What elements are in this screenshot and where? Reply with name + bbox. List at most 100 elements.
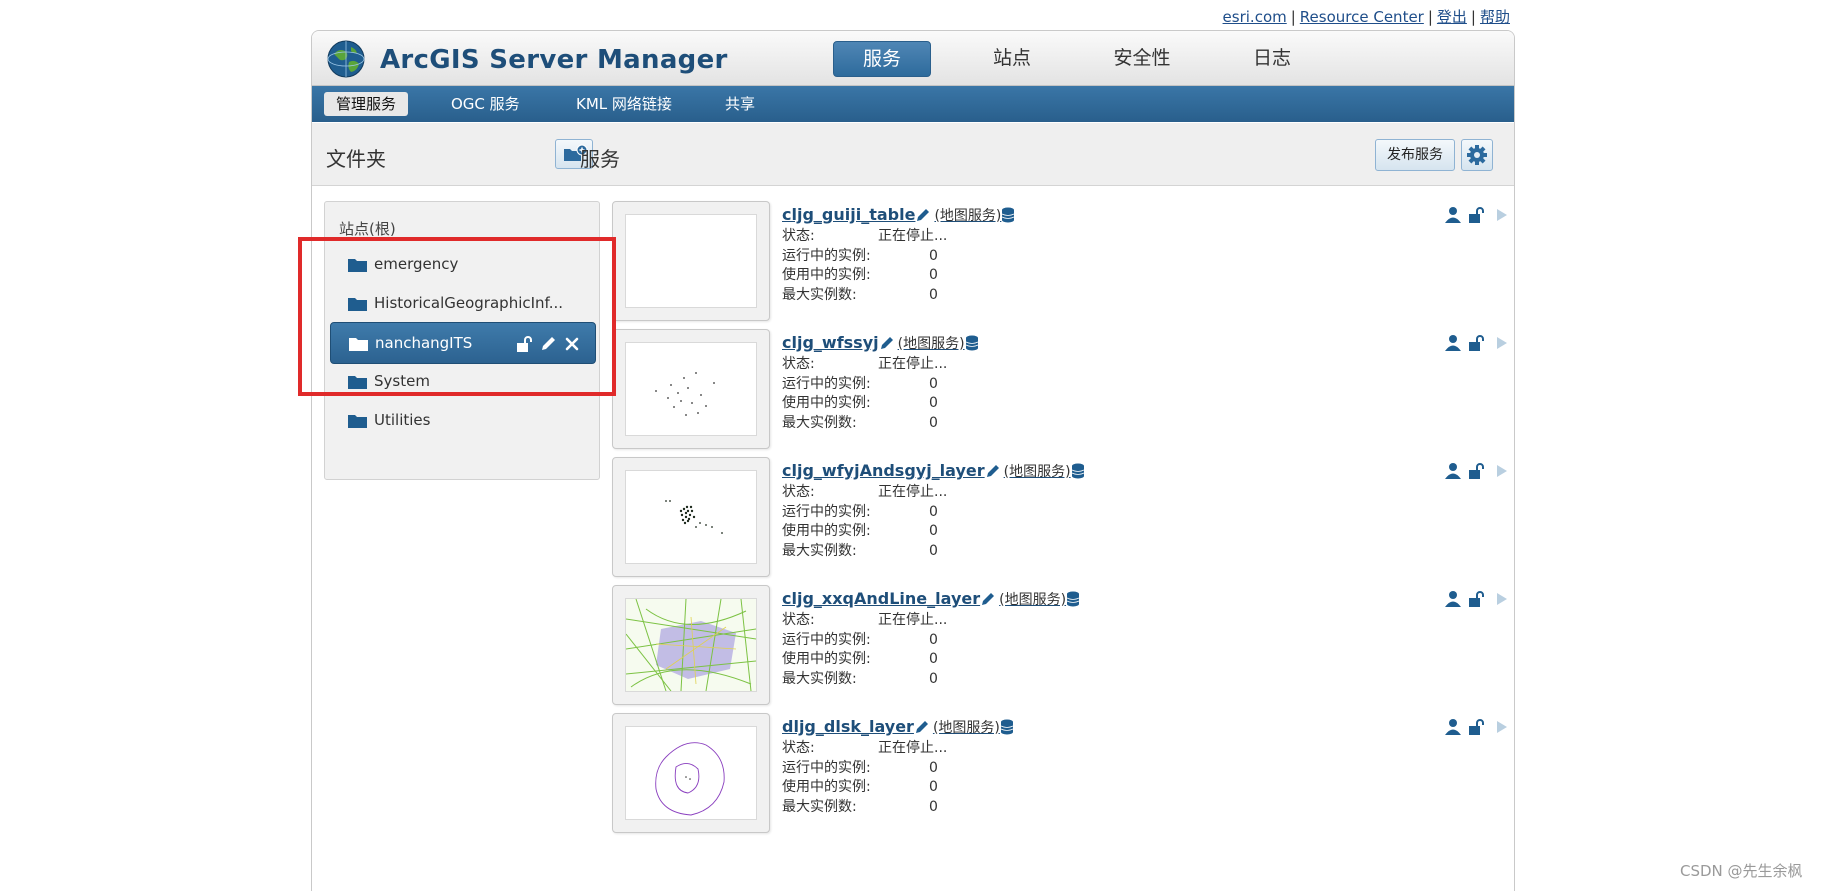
edit-pencil-icon[interactable]: [914, 719, 930, 735]
database-icon: [1071, 463, 1084, 479]
permissions-user-icon[interactable]: [1444, 334, 1462, 352]
start-play-icon[interactable]: [1492, 206, 1510, 224]
permissions-user-icon[interactable]: [1444, 206, 1462, 224]
edit-pencil-icon[interactable]: [879, 335, 895, 351]
globe-logo-icon: [327, 40, 365, 78]
database-icon: [965, 335, 978, 351]
service-actions: [1444, 334, 1514, 352]
service-name-link[interactable]: cljg_guiji_table (地图服务): [782, 205, 1015, 225]
esri-link[interactable]: esri.com: [1223, 8, 1287, 26]
status-row: 状态: 正在停止...: [782, 481, 947, 501]
folder-icon: [348, 415, 367, 428]
folder-label: Utilities: [374, 411, 431, 429]
service-thumbnail[interactable]: [612, 713, 770, 833]
unlock-icon[interactable]: [1468, 462, 1486, 480]
tab-site[interactable]: 站点: [964, 41, 1060, 75]
service-actions: [1444, 718, 1514, 736]
resource-center-link[interactable]: Resource Center: [1300, 8, 1424, 26]
publish-service-button[interactable]: 发布服务: [1375, 139, 1455, 171]
unlock-icon[interactable]: [1468, 206, 1486, 224]
service-type: (地图服务): [1003, 464, 1071, 480]
service-thumbnail[interactable]: [612, 329, 770, 449]
edit-pencil-icon[interactable]: [915, 207, 931, 223]
subtab-ogc-services[interactable]: OGC 服务: [451, 92, 520, 116]
service-name-link[interactable]: cljg_xxqAndLine_layer (地图服务): [782, 589, 1080, 609]
service-name-link[interactable]: cljg_wfssyj (地图服务): [782, 333, 979, 353]
in-use-row: 使用中的实例: 0: [782, 779, 938, 795]
max-row: 最大实例数: 0: [782, 671, 938, 687]
service-item: dljg_dlsk_layer (地图服务) 状态: 正在停止... 运行中的实例:…: [612, 713, 1507, 853]
service-item: cljg_guiji_table (地图服务) 状态: 正在停止... 运行中的实例…: [612, 201, 1507, 341]
service-item: cljg_xxqAndLine_layer (地图服务) 状态: 正在停止... 运…: [612, 585, 1507, 725]
sub-navigation: 管理服务 OGC 服务 KML 网络链接 共享: [312, 86, 1514, 122]
in-use-row: 使用中的实例: 0: [782, 395, 938, 411]
unlock-icon[interactable]: [1468, 590, 1486, 608]
cluster-map-preview: [665, 500, 723, 534]
status-value: 正在停止...: [878, 228, 948, 244]
edit-pencil-icon[interactable]: [985, 463, 1001, 479]
map-preview: [625, 598, 757, 692]
app-header: ArcGIS Server Manager 服务 站点 安全性 日志: [312, 31, 1514, 86]
database-icon: [1002, 207, 1015, 223]
status-value: 正在停止...: [878, 356, 948, 372]
service-thumbnail[interactable]: [612, 457, 770, 577]
top-links: esri.com | Resource Center | 登出 | 帮助: [1222, 8, 1510, 26]
running-row: 运行中的实例: 0: [782, 760, 938, 776]
point-map-preview: [655, 372, 715, 416]
status-row: 状态: 正在停止...: [782, 225, 947, 245]
unlock-icon[interactable]: [1468, 718, 1486, 736]
max-row: 最大实例数: 0: [782, 543, 938, 559]
database-icon: [1000, 719, 1014, 735]
tab-services[interactable]: 服务: [833, 41, 931, 77]
tab-logs[interactable]: 日志: [1224, 41, 1320, 75]
subtab-kml-links[interactable]: KML 网络链接: [576, 92, 672, 116]
subtab-sharing[interactable]: 共享: [725, 92, 755, 116]
map-preview: [625, 726, 757, 820]
permissions-user-icon[interactable]: [1444, 462, 1462, 480]
unlock-icon[interactable]: [1468, 334, 1486, 352]
help-link[interactable]: 帮助: [1480, 8, 1510, 26]
running-row: 运行中的实例: 0: [782, 376, 938, 392]
start-play-icon[interactable]: [1492, 590, 1510, 608]
service-item: cljg_wfyjAndsgyj_layer (地图服务) 状态: 正在停止... …: [612, 457, 1507, 597]
root-folder-label[interactable]: 站点(根): [339, 218, 396, 239]
start-play-icon[interactable]: [1492, 718, 1510, 736]
settings-button[interactable]: [1461, 139, 1493, 171]
folders-title: 文件夹: [326, 147, 386, 171]
max-row: 最大实例数: 0: [782, 287, 938, 303]
running-row: 运行中的实例: 0: [782, 632, 938, 648]
in-use-row: 使用中的实例: 0: [782, 523, 938, 539]
logout-link[interactable]: 登出: [1437, 8, 1467, 26]
service-thumbnail[interactable]: [612, 585, 770, 705]
service-type: (地图服务): [999, 592, 1067, 608]
service-type: (地图服务): [897, 336, 965, 352]
running-row: 运行中的实例: 0: [782, 504, 938, 520]
status-value: 正在停止...: [878, 484, 948, 500]
service-thumbnail[interactable]: [612, 201, 770, 321]
service-name-link[interactable]: cljg_wfyjAndsgyj_layer (地图服务): [782, 461, 1085, 481]
status-value: 正在停止...: [878, 740, 948, 756]
app-title: ArcGIS Server Manager: [380, 45, 728, 75]
start-play-icon[interactable]: [1492, 334, 1510, 352]
status-row: 状态: 正在停止...: [782, 609, 947, 629]
service-actions: [1444, 206, 1514, 224]
boundary-map-preview: [655, 742, 725, 816]
max-row: 最大实例数: 0: [782, 799, 938, 815]
max-row: 最大实例数: 0: [782, 415, 938, 431]
permissions-user-icon[interactable]: [1444, 590, 1462, 608]
services-title: 服务: [580, 147, 620, 171]
folder-item-utilities[interactable]: Utilities: [330, 400, 594, 440]
edit-pencil-icon[interactable]: [980, 591, 996, 607]
road-network-map-preview: [626, 599, 756, 691]
start-play-icon[interactable]: [1492, 462, 1510, 480]
service-type: (地图服务): [932, 720, 1000, 736]
tab-security[interactable]: 安全性: [1094, 41, 1190, 75]
permissions-user-icon[interactable]: [1444, 718, 1462, 736]
service-name-link[interactable]: dljg_dlsk_layer (地图服务): [782, 717, 1014, 737]
database-icon: [1066, 591, 1080, 607]
subtab-manage-services[interactable]: 管理服务: [324, 92, 409, 116]
service-actions: [1444, 462, 1514, 480]
toolbar: 文件夹 服务 发布服务: [312, 123, 1514, 186]
gear-icon: [1467, 145, 1487, 165]
app-frame: ArcGIS Server Manager 服务 站点 安全性 日志 管理服务 …: [311, 30, 1515, 891]
